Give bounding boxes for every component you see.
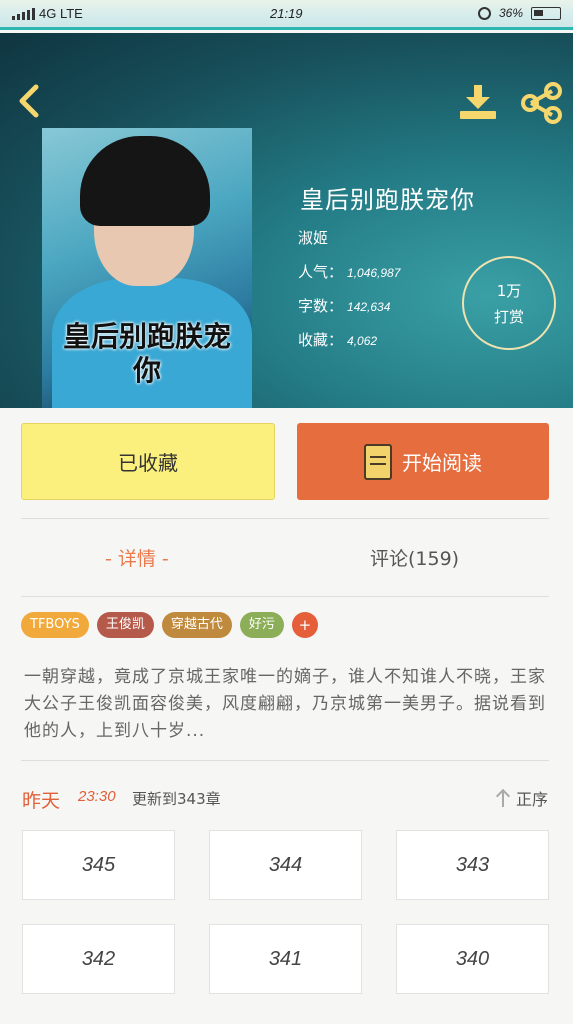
stat-words: 字数： 142,634 <box>298 295 390 316</box>
chapter-button[interactable]: 344 <box>209 830 362 900</box>
tag-time-travel[interactable]: 穿越古代 <box>161 612 232 638</box>
clock-time: 21:19 <box>270 6 303 21</box>
tag-naughty[interactable]: 好污 <box>239 612 284 638</box>
sort-order-button[interactable]: 正序 <box>496 786 548 810</box>
alarm-icon <box>477 6 491 20</box>
divider <box>21 518 549 519</box>
signal-bars-icon <box>12 7 35 20</box>
update-row: 昨天 23:30 更新到343章 正序 <box>22 784 550 812</box>
chevron-left-icon[interactable] <box>12 81 44 121</box>
download-icon[interactable] <box>456 81 500 125</box>
book-synopsis[interactable]: 一朝穿越，竟成了京城王家唯一的嫡子，谁人不知谁人不晓，王家大公子王俊凯面容俊美，… <box>24 664 549 745</box>
favorited-label: 已收藏 <box>118 451 178 475</box>
stat-popularity: 人气： 1,046,987 <box>298 261 400 282</box>
chapter-button[interactable]: 342 <box>22 924 175 994</box>
book-title: 皇后别跑朕宠你 <box>300 186 475 214</box>
sort-label: 正序 <box>515 790 548 809</box>
battery-icon <box>531 6 561 20</box>
start-reading-button[interactable]: 开始阅读 <box>297 423 549 500</box>
tab-comments[interactable]: 评论(159) <box>370 544 459 571</box>
stat-favorites: 收藏： 4,062 <box>298 329 377 350</box>
book-cover[interactable]: 皇后别跑朕宠你 <box>42 128 252 408</box>
tab-detail[interactable]: - 详情 - <box>105 544 169 571</box>
favorites-value: 4,062 <box>347 334 378 348</box>
tip-button[interactable]: 1万 打赏 <box>462 256 556 350</box>
chapter-button[interactable]: 343 <box>396 830 549 900</box>
chapter-button[interactable]: 345 <box>22 830 175 900</box>
signal-indicator: 4G LTE <box>12 6 83 21</box>
popularity-label: 人气： <box>298 263 344 281</box>
tag-list: TFBOYS 王俊凯 穿越古代 好污 + <box>21 612 318 638</box>
update-time: 23:30 <box>78 788 116 805</box>
network-label: 4G LTE <box>39 6 83 21</box>
battery-percent: 36% <box>498 6 523 20</box>
chapter-button[interactable]: 340 <box>396 924 549 994</box>
tag-tfboys[interactable]: TFBOYS <box>21 612 89 638</box>
tip-label: 打赏 <box>493 308 524 326</box>
book-icon <box>364 443 392 480</box>
start-reading-label: 开始阅读 <box>402 451 482 475</box>
words-label: 字数： <box>298 297 344 315</box>
cover-figure-hair <box>80 136 210 226</box>
tag-wang-junkai[interactable]: 王俊凯 <box>96 612 154 638</box>
update-text: 更新到343章 <box>132 790 221 808</box>
book-author[interactable]: 淑姬 <box>298 227 328 248</box>
arrow-up-icon <box>496 789 510 807</box>
favorited-button[interactable]: 已收藏 <box>21 423 275 500</box>
popularity-value: 1,046,987 <box>347 266 401 280</box>
divider <box>21 760 549 761</box>
status-bar: 4G LTE 21:19 36% <box>0 0 573 30</box>
tip-amount: 1万 <box>496 282 522 300</box>
favorites-label: 收藏： <box>298 331 344 349</box>
words-value: 142,634 <box>347 300 391 314</box>
status-right: 36% <box>477 6 561 20</box>
share-icon[interactable] <box>520 81 564 125</box>
update-day: 昨天 <box>22 790 61 812</box>
book-header: 皇后别跑朕宠你 皇后别跑朕宠你 淑姬 人气： 1,046,987 字数： 142,6… <box>0 33 573 408</box>
cover-title: 皇后别跑朕宠你 <box>62 320 231 387</box>
chapter-button[interactable]: 341 <box>209 924 362 994</box>
divider <box>21 596 549 597</box>
add-tag-button[interactable]: + <box>291 612 318 638</box>
